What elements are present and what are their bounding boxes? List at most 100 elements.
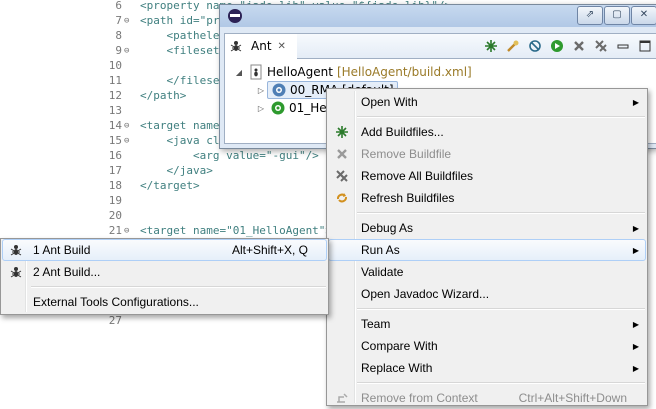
code-line: <arg value="-gui"/> [140,149,319,162]
menu-item-label: Remove from Context [361,391,478,405]
line-number: 12 [108,89,122,102]
menu-item-remove-from-context: Remove from Context Ctrl+Alt+Shift+Down [329,387,645,409]
expanded-arrow-icon[interactable]: ◢ [233,68,245,77]
line-number: 14 [108,119,122,132]
fold-toggle-icon[interactable]: ⊖ [124,46,129,56]
code-line: </target> [140,179,200,192]
menu-item-shortcut: Ctrl+Alt+Shift+Down [518,391,627,405]
menu-item-label: Open Javadoc Wizard... [361,287,490,301]
line-number: 16 [108,149,122,162]
menu-item-team[interactable]: Team ▶ [329,313,645,335]
menu-item-remove-buildfile: Remove Buildfile [329,143,645,165]
line-number: 7 [115,14,122,27]
window-titlebar[interactable]: ⇗ ▢ ✕ [220,5,656,27]
collapsed-arrow-icon[interactable]: ▷ [255,86,267,95]
context-menu: Open With ▶ Add Buildfiles... Remove Buildf… [326,88,648,406]
line-number: 8 [115,29,122,42]
collapsed-arrow-icon[interactable]: ▷ [255,104,267,113]
run-as-submenu: 1 Ant Build Alt+Shift+X, Q 2 Ant Build... E… [0,238,329,315]
refresh-icon [333,189,351,207]
add-buildfiles-icon [333,123,351,141]
menu-item-debug-as[interactable]: Debug As ▶ [329,217,645,239]
line-number: 19 [108,194,122,207]
remove-all-icon [333,167,351,185]
maximize-icon[interactable] [637,38,653,54]
submenu-arrow-icon: ▶ [632,223,639,233]
code-line: <target name="01_HelloAgent"> [140,224,333,237]
menu-item-open-with[interactable]: Open With ▶ [329,91,645,113]
search-icon[interactable] [505,38,521,54]
line-number: 27 [108,314,122,327]
default-target-icon [271,82,287,98]
menu-item-label: Refresh Buildfiles [361,191,455,205]
eclipse-icon [228,9,242,23]
line-number: 13 [108,104,122,117]
menu-item-label: 1 Ant Build [33,243,91,257]
project-name: HelloAgent [267,65,333,79]
line-number: 6 [115,0,122,12]
menu-item-open-javadoc-wizard[interactable]: Open Javadoc Wizard... [329,283,645,305]
menu-item-label: Run As [361,243,400,257]
fold-toggle-icon[interactable]: ⊖ [124,121,129,131]
remove-icon[interactable] [571,38,587,54]
line-number: 15 [108,134,122,147]
menu-item-2-ant-build[interactable]: 2 Ant Build... [3,261,326,283]
menu-item-label: Remove Buildfile [361,147,452,161]
menu-item-run-as[interactable]: Run As ▶ [328,239,646,261]
menu-item-external-tools-configurations[interactable]: External Tools Configurations... [3,291,326,313]
close-icon[interactable]: ✕ [278,41,286,52]
ant-icon [228,38,244,54]
window-controls: ⇗ ▢ ✕ [576,6,656,25]
tab-ant[interactable]: Ant ✕ [225,34,298,58]
submenu-arrow-icon: ▶ [632,341,639,351]
menu-item-replace-with[interactable]: Replace With ▶ [329,357,645,379]
menu-item-validate[interactable]: Validate [329,261,645,283]
line-number: 18 [108,179,122,192]
menu-item-remove-all-buildfiles[interactable]: Remove All Buildfiles [329,165,645,187]
add-buildfiles-icon[interactable] [483,38,499,54]
minimize-icon[interactable] [615,38,631,54]
menu-item-label: Remove All Buildfiles [361,169,474,183]
run-icon[interactable] [549,38,565,54]
restore-window-button[interactable]: ⇗ [577,6,603,25]
tree-project-row[interactable]: ◢ HelloAgent [HelloAgent/build.xml] [233,63,472,81]
maximize-window-button[interactable]: ▢ [604,6,630,25]
menu-item-label: External Tools Configurations... [33,295,199,309]
menu-item-label: Compare With [361,339,438,353]
line-number: 17 [108,164,122,177]
line-number: 20 [108,209,122,222]
line-number: 10 [108,59,122,72]
ant-icon [7,263,25,281]
line-number: 11 [108,74,122,87]
project-path: [HelloAgent/build.xml] [336,65,472,79]
line-number: 21 [108,224,122,237]
hide-internal-targets-icon[interactable] [527,38,543,54]
menu-separator [357,116,645,118]
menu-item-label: Add Buildfiles... [361,125,444,139]
view-toolbar-strip [297,34,656,59]
fold-toggle-icon[interactable]: ⊖ [124,16,129,26]
close-window-button[interactable]: ✕ [631,6,656,25]
menu-separator [357,212,645,214]
menu-item-label: 2 Ant Build... [33,265,101,279]
menu-item-compare-with[interactable]: Compare With ▶ [329,335,645,357]
code-line: </path> [140,89,187,102]
remove-all-icon[interactable] [593,38,609,54]
ant-project-icon [248,64,264,80]
fold-toggle-icon[interactable]: ⊖ [124,226,129,236]
menu-item-shortcut: Alt+Shift+X, Q [231,243,308,257]
submenu-arrow-icon: ▶ [632,363,639,373]
menu-item-1-ant-build[interactable]: 1 Ant Build Alt+Shift+X, Q [2,239,327,261]
fold-toggle-icon[interactable]: ⊖ [124,136,129,146]
submenu-arrow-icon: ▶ [632,245,639,255]
view-toolbar [483,38,653,54]
menu-item-add-buildfiles[interactable]: Add Buildfiles... [329,121,645,143]
submenu-arrow-icon: ▶ [632,97,639,107]
menu-item-label: Validate [361,265,404,279]
line-number: 9 [115,44,122,57]
menu-item-label: Team [361,317,391,331]
menu-separator [357,308,645,310]
tab-label: Ant [251,39,272,53]
menu-item-label: Replace With [361,361,433,375]
menu-item-refresh-buildfiles[interactable]: Refresh Buildfiles [329,187,645,209]
